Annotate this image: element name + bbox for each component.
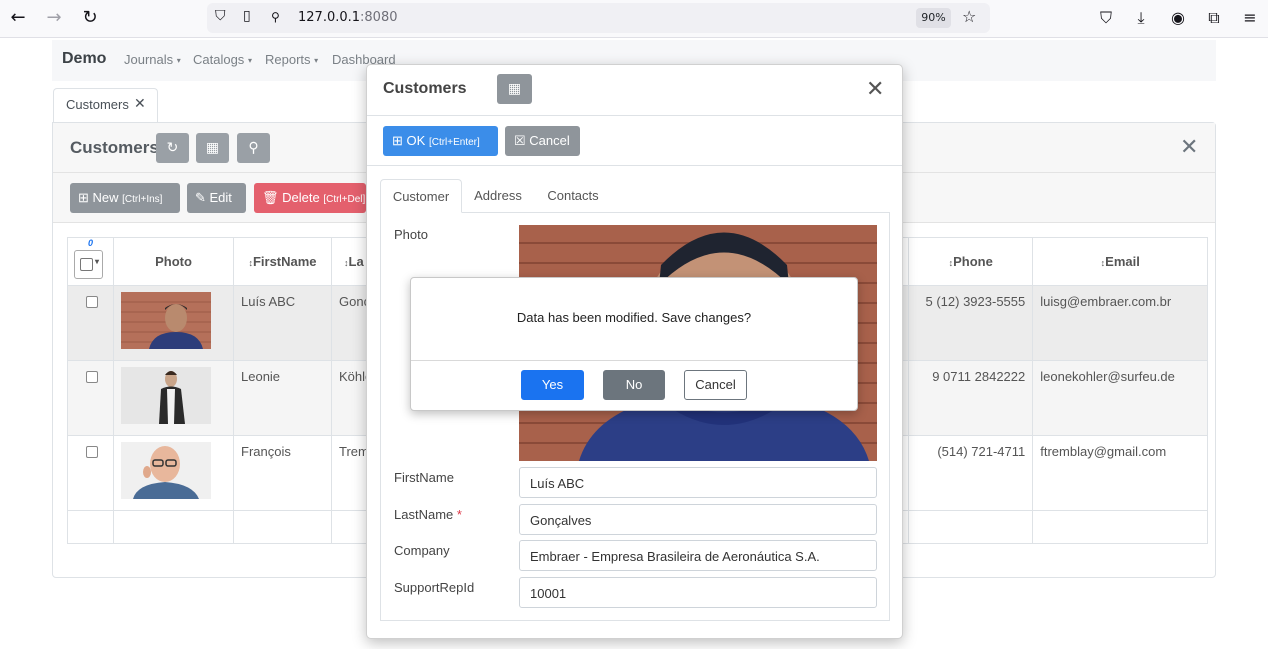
modal-header: Customers ▦ ✕ bbox=[367, 65, 902, 116]
email-cell: leonekohler@surfeu.de bbox=[1032, 360, 1209, 436]
firstname-cell: Luís ABC bbox=[233, 285, 332, 361]
dialog-message: Data has been modified. Save changes? bbox=[516, 310, 752, 325]
yes-button[interactable]: Yes bbox=[521, 370, 584, 400]
doc-tab-label: Customers bbox=[66, 97, 129, 112]
panel-title: Customers bbox=[70, 138, 159, 157]
email-cell: luisg@embraer.com.br bbox=[1032, 285, 1209, 361]
photo-cell bbox=[113, 360, 234, 436]
close-panel-icon[interactable]: ✕ bbox=[1180, 135, 1198, 160]
firstname-cell: Leonie bbox=[233, 360, 332, 436]
column-firstname[interactable]: ↕FirstName bbox=[233, 237, 332, 286]
photo-cell bbox=[113, 285, 234, 361]
menu-catalogs[interactable]: Catalogs ▾ bbox=[193, 52, 252, 67]
no-button[interactable]: No bbox=[603, 370, 665, 400]
column-email[interactable]: ↕Email bbox=[1032, 237, 1209, 286]
bookmark-star-icon[interactable]: ☆ bbox=[962, 7, 976, 26]
modal-tabs: Customer Address Contacts bbox=[380, 179, 890, 213]
select-all-header[interactable]: 0 ▾ bbox=[67, 237, 114, 286]
column-photo[interactable]: Photo bbox=[113, 237, 234, 286]
firstname-input[interactable]: Luís ABC bbox=[519, 467, 877, 498]
reload-icon[interactable]: ↻ bbox=[80, 8, 100, 28]
refresh-button[interactable]: ↻ bbox=[156, 133, 189, 163]
menu-journals[interactable]: Journals ▾ bbox=[124, 52, 181, 67]
page-icon: ▯ bbox=[243, 8, 251, 24]
pocket-icon[interactable]: ⛉ bbox=[1096, 8, 1116, 28]
modal-toolbar: ⊞ OK [Ctrl+Enter] ☒ Cancel bbox=[367, 116, 902, 166]
shield-icon[interactable]: ⛉ bbox=[215, 8, 226, 24]
download-icon[interactable]: ⤓ bbox=[1131, 8, 1151, 28]
row-checkbox-cell[interactable] bbox=[67, 285, 114, 361]
address-bar[interactable]: ⛉ ▯ ⚲ 127.0.0.1:8080 90% ☆ bbox=[207, 3, 990, 33]
close-modal-icon[interactable]: ✕ bbox=[866, 77, 884, 102]
photo-label: Photo bbox=[394, 227, 428, 242]
menu-icon[interactable]: ≡ bbox=[1240, 8, 1260, 27]
dialog-footer-divider bbox=[411, 360, 857, 361]
row-checkbox-cell[interactable] bbox=[67, 360, 114, 436]
row-checkbox[interactable] bbox=[86, 371, 98, 383]
permissions-icon[interactable]: ⚲ bbox=[271, 10, 280, 24]
ok-button[interactable]: ⊞ OK [Ctrl+Enter] bbox=[383, 126, 498, 156]
tab-customer[interactable]: Customer bbox=[380, 179, 462, 213]
back-icon[interactable]: ← bbox=[8, 8, 28, 28]
firstname-cell: François bbox=[233, 435, 332, 511]
dialog-cancel-button[interactable]: Cancel bbox=[684, 370, 747, 400]
forward-icon[interactable]: → bbox=[44, 8, 64, 28]
browser-toolbar: ← → ↻ ⛉ ▯ ⚲ 127.0.0.1:8080 90% ☆ ⛉ ⤓ ◉ ⧉… bbox=[0, 0, 1268, 38]
account-icon[interactable]: ◉ bbox=[1168, 8, 1188, 27]
tab-contacts[interactable]: Contacts bbox=[540, 179, 606, 213]
delete-button[interactable]: 🗑 Delete [Ctrl+Del] bbox=[254, 183, 366, 213]
customer-photo bbox=[121, 442, 211, 499]
tab-address[interactable]: Address bbox=[466, 179, 530, 213]
brand[interactable]: Demo bbox=[62, 50, 106, 68]
url-text[interactable]: 127.0.0.1:8080 bbox=[298, 10, 398, 25]
company-input[interactable]: Embraer - Empresa Brasileira de Aeronáut… bbox=[519, 540, 877, 571]
row-checkbox-cell[interactable] bbox=[67, 435, 114, 511]
supportrepid-input[interactable]: 10001 bbox=[519, 577, 877, 608]
save-changes-dialog: Data has been modified. Save changes? Ye… bbox=[410, 277, 858, 411]
film-button[interactable]: ▦ bbox=[497, 74, 532, 104]
company-label: Company bbox=[394, 543, 450, 558]
edit-button[interactable]: ✎ Edit bbox=[187, 183, 246, 213]
photo-cell bbox=[113, 435, 234, 511]
lastname-input[interactable]: Gonçalves bbox=[519, 504, 877, 535]
phone-cell: (514) 721-4711 bbox=[908, 435, 1034, 511]
supportrepid-label: SupportRepId bbox=[394, 580, 475, 595]
customer-tab-body: Photo FirstName Luís ABC LastName * Gonç… bbox=[380, 212, 890, 621]
zoom-badge[interactable]: 90% bbox=[916, 8, 951, 28]
column-phone[interactable]: ↕Phone bbox=[908, 237, 1034, 286]
modal-cancel-button[interactable]: ☒ Cancel bbox=[505, 126, 580, 156]
row-checkbox[interactable] bbox=[86, 446, 98, 458]
menu-reports[interactable]: Reports ▾ bbox=[265, 52, 318, 67]
customer-photo bbox=[121, 292, 211, 349]
phone-cell: 5 (12) 3923-5555 bbox=[908, 285, 1034, 361]
film-button[interactable]: ▦ bbox=[196, 133, 229, 163]
lastname-label: LastName * bbox=[394, 507, 462, 522]
customer-photo bbox=[121, 367, 211, 424]
extensions-icon[interactable]: ⧉ bbox=[1204, 8, 1224, 28]
firstname-label: FirstName bbox=[394, 470, 454, 485]
email-cell: ftremblay@gmail.com bbox=[1032, 435, 1209, 511]
search-button[interactable]: ⚲ bbox=[237, 133, 270, 163]
row-checkbox[interactable] bbox=[86, 296, 98, 308]
modal-title: Customers bbox=[383, 80, 467, 97]
select-all-checkbox[interactable]: ▾ bbox=[74, 250, 103, 279]
selected-count: 0 bbox=[88, 238, 94, 248]
close-tab-icon[interactable]: ✕ bbox=[134, 95, 146, 112]
new-button[interactable]: ⊞ New [Ctrl+Ins] bbox=[70, 183, 180, 213]
doc-tab-customers[interactable]: Customers ✕ bbox=[53, 88, 158, 122]
phone-cell: 9 0711 2842222 bbox=[908, 360, 1034, 436]
